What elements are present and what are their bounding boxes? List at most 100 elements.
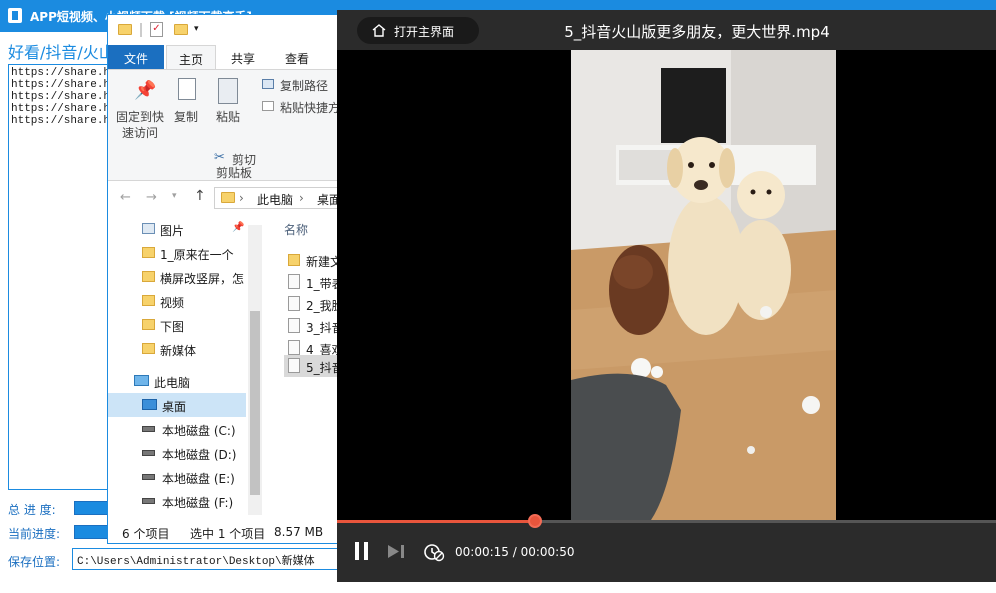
- save-path-input[interactable]: C:\Users\Administrator\Desktop\新媒体: [72, 548, 340, 570]
- paste-icon: [218, 78, 238, 104]
- paste-label: 粘贴: [216, 110, 241, 124]
- address-folder-icon: [221, 192, 235, 203]
- paste-button[interactable]: 粘贴: [212, 74, 246, 134]
- nav-item-folder[interactable]: 1_原来在一个: [108, 241, 246, 265]
- properties-icon[interactable]: ✓: [150, 22, 163, 37]
- nav-item-desktop[interactable]: 桌面: [108, 393, 246, 417]
- file-label: 3_抖音: [306, 321, 338, 335]
- recent-dropdown-icon[interactable]: ▾: [172, 191, 177, 201]
- nav-item-folder[interactable]: 视频: [108, 289, 246, 313]
- pin-icon: 📌: [134, 80, 157, 101]
- video-frame[interactable]: [571, 50, 836, 520]
- file-item-mp4[interactable]: 3_抖音: [284, 315, 338, 337]
- folder-icon: [288, 254, 300, 266]
- file-item-mp4[interactable]: 2_我脸: [284, 293, 338, 315]
- qat-dropdown-icon[interactable]: ▾: [194, 24, 199, 34]
- breadcrumb-separator: ›: [239, 191, 244, 205]
- drive-icon: [142, 426, 155, 432]
- copy-button[interactable]: 复制: [172, 74, 206, 134]
- next-icon[interactable]: [387, 544, 405, 559]
- nav-item-folder[interactable]: 横屏改竖屏，怎: [108, 265, 246, 289]
- tab-view[interactable]: 查看: [274, 45, 320, 69]
- nav-item-this-pc[interactable]: 此电脑: [108, 369, 246, 393]
- file-item-folder[interactable]: 新建文: [284, 249, 338, 271]
- video-title: 5_抖音火山版更多朋友，更大世界.mp4: [564, 23, 830, 41]
- video-file-icon: [288, 296, 300, 311]
- video-player-window: 打开主界面 5_抖音火山版更多朋友，更大世界.mp4 00:00:15 / 00…: [337, 10, 996, 582]
- computer-icon: [134, 375, 149, 386]
- nav-item-label: 本地磁盘 (D:): [162, 448, 237, 462]
- nav-item-folder[interactable]: 下图: [108, 313, 246, 337]
- selected-size: 8.57 MB: [274, 525, 324, 539]
- copy-label: 复制: [174, 110, 199, 124]
- paste-shortcut-icon: [262, 101, 274, 111]
- file-label: 5_抖音: [306, 361, 338, 375]
- video-file-icon: [288, 340, 300, 355]
- breadcrumb-separator: ›: [299, 191, 304, 205]
- navigation-pane: 图片 📌 1_原来在一个 横屏改竖屏，怎 视频 下图 新媒体 此电脑 桌面 本地…: [108, 215, 248, 515]
- column-header-name[interactable]: 名称: [284, 221, 308, 238]
- drive-icon: [142, 474, 155, 480]
- pin-quick-access-button[interactable]: 📌 固定到快 速访问: [114, 74, 168, 144]
- nav-item-drive[interactable]: 本地磁盘 (D:): [108, 441, 246, 465]
- quick-access-toolbar: ✓ ▾: [108, 15, 338, 45]
- home-icon: [372, 24, 386, 37]
- open-main-ui-button[interactable]: 打开主界面: [357, 17, 479, 44]
- file-explorer-window: ✓ ▾ 文件 主页 共享 查看 📌 固定到快 速访问 复制 粘贴 复制路径 粘贴…: [107, 14, 339, 544]
- tab-file[interactable]: 文件: [108, 45, 164, 69]
- pictures-icon: [142, 223, 155, 234]
- folder-icon: [142, 319, 155, 330]
- item-count: 6 个项目: [122, 527, 170, 541]
- drive-icon: [142, 450, 155, 456]
- desktop-icon: [142, 399, 157, 410]
- new-folder-icon[interactable]: [174, 24, 188, 35]
- nav-item-label: 桌面: [162, 400, 187, 414]
- file-item-mp4[interactable]: 1_带表: [284, 271, 338, 293]
- app-logo-icon: [8, 8, 22, 23]
- breadcrumb-this-pc[interactable]: 此电脑: [257, 191, 293, 208]
- nav-item-drive[interactable]: 本地磁盘 (C:): [108, 417, 246, 441]
- folder-icon: [142, 247, 155, 258]
- status-bar: 6 个项目 选中 1 个项目 8.57 MB: [108, 521, 338, 543]
- nav-item-label: 本地磁盘 (F:): [162, 496, 234, 510]
- address-bar[interactable]: › 此电脑 › 桌面: [214, 187, 338, 209]
- copy-path-label: 复制路径: [280, 79, 329, 93]
- player-top-bar: 打开主界面 5_抖音火山版更多朋友，更大世界.mp4: [337, 10, 996, 50]
- app-heading: 好看/抖音/火山: [8, 43, 115, 62]
- video-file-icon: [288, 318, 300, 333]
- nav-item-folder[interactable]: 新媒体: [108, 337, 246, 361]
- open-main-ui-label: 打开主界面: [394, 25, 455, 39]
- drive-icon: [142, 498, 155, 504]
- folder-icon: [142, 271, 155, 282]
- scissors-icon: ✂: [214, 150, 225, 165]
- nav-item-drive[interactable]: 本地磁盘 (F:): [108, 489, 246, 513]
- folder-icon: [142, 295, 155, 306]
- pin-label-1: 固定到快: [116, 110, 165, 124]
- tab-home[interactable]: 主页: [166, 45, 216, 69]
- breadcrumb-desktop[interactable]: 桌面: [317, 191, 338, 208]
- tab-share[interactable]: 共享: [220, 45, 266, 69]
- nav-item-label: 下图: [160, 320, 185, 334]
- nav-scrollbar-thumb[interactable]: [250, 311, 260, 495]
- nav-item-pictures[interactable]: 图片 📌: [108, 217, 246, 241]
- forward-arrow-icon[interactable]: →: [146, 190, 157, 205]
- up-arrow-icon[interactable]: ↑: [194, 188, 206, 204]
- nav-item-label: 本地磁盘 (E:): [162, 472, 235, 486]
- progress-handle[interactable]: [527, 514, 542, 528]
- current-progress-label: 当前进度:: [8, 527, 61, 541]
- nav-item-label: 此电脑: [154, 376, 191, 390]
- time-readout: 00:00:15 / 00:00:50: [455, 545, 575, 559]
- nav-item-drive[interactable]: 本地磁盘 (E:): [108, 465, 246, 489]
- pin-label-2: 速访问: [122, 126, 159, 140]
- file-label: 1_带表: [306, 277, 338, 291]
- paste-shortcut-button[interactable]: 粘贴快捷方: [262, 98, 339, 116]
- pause-icon[interactable]: [355, 542, 359, 560]
- paste-shortcut-label: 粘贴快捷方: [280, 101, 339, 115]
- copy-path-button[interactable]: 复制路径: [262, 76, 338, 94]
- file-item-mp4-selected[interactable]: 5_抖音: [284, 355, 338, 377]
- copy-path-icon: [262, 79, 274, 89]
- playback-speed-icon[interactable]: [423, 542, 445, 562]
- pause-icon[interactable]: [364, 542, 368, 560]
- back-arrow-icon[interactable]: ←: [120, 190, 131, 205]
- divider: [140, 23, 142, 37]
